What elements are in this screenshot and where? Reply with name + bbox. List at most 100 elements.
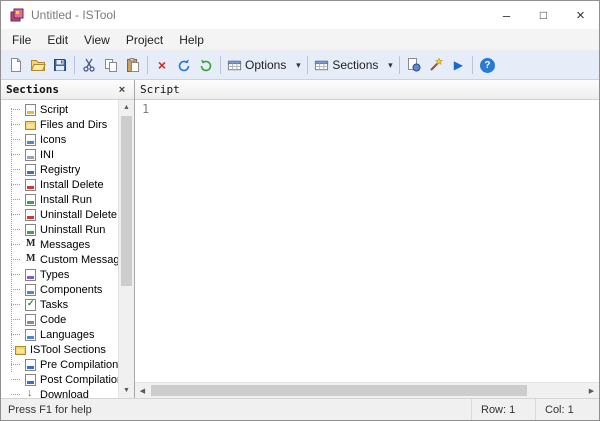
menu-item-view[interactable]: View	[76, 29, 118, 50]
install-run-icon	[25, 194, 36, 206]
delete-button[interactable]: ×	[151, 54, 173, 76]
sections-panel-title: Sections	[6, 83, 59, 96]
script-editor-panel: Script 1	[135, 80, 599, 398]
copy-button[interactable]	[100, 54, 122, 76]
scroll-up-icon[interactable]	[119, 100, 134, 115]
script-editor[interactable]: 1	[135, 100, 599, 382]
sections-tree-list: ScriptFiles and Dirs IconsINIRegistry Inst…	[1, 100, 118, 398]
test-compile-button[interactable]	[425, 54, 447, 76]
undo-icon	[176, 57, 192, 73]
compile-icon	[406, 57, 422, 73]
tree-item-uninstall-delete[interactable]: Uninstall Delete	[1, 207, 118, 222]
sidebar-vertical-scrollbar[interactable]	[118, 100, 134, 398]
run-setup-button[interactable]	[447, 54, 469, 76]
toolbar: × Options	[1, 51, 599, 80]
cut-button[interactable]	[78, 54, 100, 76]
tree-item-label: Languages	[40, 329, 94, 341]
help-button[interactable]	[476, 54, 498, 76]
tree-item-label: Script	[40, 104, 68, 116]
tree-item-pre-compilation-s[interactable]: Pre Compilation S	[1, 357, 118, 372]
tree-item-istool-sections[interactable]: ISTool Sections	[1, 342, 118, 357]
options-dropdown-caret[interactable]	[292, 54, 304, 76]
compile-button[interactable]	[403, 54, 425, 76]
tree-item-label: Code	[40, 314, 66, 326]
components-icon	[25, 284, 36, 296]
menu-item-edit[interactable]: Edit	[39, 29, 76, 50]
tree-item-types[interactable]: Types	[1, 267, 118, 282]
tree-item-components[interactable]: Components	[1, 282, 118, 297]
new-button[interactable]	[5, 54, 27, 76]
toolbar-separator	[147, 56, 148, 74]
paste-icon	[125, 57, 141, 73]
tree-item-label: Custom Message	[40, 254, 118, 266]
tree-item-install-run[interactable]: Install Run	[1, 192, 118, 207]
tree-item-script[interactable]: Script	[1, 102, 118, 117]
code-icon	[25, 314, 36, 326]
tree-item-icons[interactable]: Icons	[1, 132, 118, 147]
menu-bar: FileEditViewProjectHelp	[1, 29, 599, 51]
status-help-text: Press F1 for help	[1, 404, 471, 416]
main-area: Sections ScriptFiles and Dirs IconsINIReg…	[1, 80, 599, 398]
sections-button[interactable]: Sections	[311, 54, 384, 76]
save-icon	[52, 57, 68, 73]
editor-horizontal-scrollbar[interactable]	[135, 382, 599, 398]
scroll-down-icon[interactable]	[119, 383, 134, 398]
ini-icon	[25, 149, 36, 161]
tree-item-download[interactable]: Download	[1, 387, 118, 398]
save-button[interactable]	[49, 54, 71, 76]
scroll-left-icon[interactable]	[135, 383, 150, 398]
redo-button[interactable]	[195, 54, 217, 76]
minimize-button[interactable]	[488, 1, 525, 29]
sections-panel-body: ScriptFiles and Dirs IconsINIRegistry Inst…	[1, 100, 134, 398]
status-bar: Press F1 for help Row: 1 Col: 1	[1, 398, 599, 420]
custom-message-icon	[25, 254, 36, 266]
title-bar: Untitled - ISTool	[1, 1, 599, 29]
run-icon	[454, 59, 463, 71]
icons-icon	[25, 134, 36, 146]
tree-item-label: Uninstall Delete	[40, 209, 117, 221]
uninstall-delete-icon	[25, 209, 36, 221]
undo-button[interactable]	[173, 54, 195, 76]
menu-item-help[interactable]: Help	[171, 29, 212, 50]
tree-item-tasks[interactable]: Tasks	[1, 297, 118, 312]
download-icon	[25, 389, 36, 399]
menu-item-file[interactable]: File	[4, 29, 39, 50]
tree-item-post-compilation[interactable]: Post Compilation	[1, 372, 118, 387]
tree-item-install-delete[interactable]: Install Delete	[1, 177, 118, 192]
tree-item-languages[interactable]: Languages	[1, 327, 118, 342]
tree-item-label: Tasks	[40, 299, 68, 311]
open-icon	[30, 57, 46, 73]
tree-item-label: Download	[40, 389, 89, 399]
paste-button[interactable]	[122, 54, 144, 76]
scrollbar-thumb[interactable]	[151, 385, 527, 396]
open-button[interactable]	[27, 54, 49, 76]
sections-button-label: Sections	[332, 58, 378, 72]
tree-item-ini[interactable]: INI	[1, 147, 118, 162]
tree-item-label: Components	[40, 284, 102, 296]
line-number: 1	[142, 102, 149, 116]
panel-close-icon[interactable]	[115, 84, 129, 96]
tree-item-custom-message[interactable]: Custom Message	[1, 252, 118, 267]
tree-item-label: Install Delete	[40, 179, 104, 191]
maximize-button[interactable]	[525, 1, 562, 29]
tree-item-label: Post Compilation	[40, 374, 118, 386]
sections-grid-icon	[314, 58, 329, 73]
redo-icon	[198, 57, 214, 73]
tree-item-registry[interactable]: Registry	[1, 162, 118, 177]
toolbar-separator	[74, 56, 75, 74]
toolbar-separator	[472, 56, 473, 74]
scrollbar-thumb[interactable]	[121, 116, 132, 286]
tree-item-label: Icons	[40, 134, 66, 146]
istool-folder-icon	[15, 346, 26, 355]
tree-item-files-and-dirs[interactable]: Files and Dirs	[1, 117, 118, 132]
tree-item-messages[interactable]: Messages	[1, 237, 118, 252]
menu-item-project[interactable]: Project	[118, 29, 171, 50]
scroll-right-icon[interactable]	[584, 383, 599, 398]
close-button[interactable]	[562, 1, 599, 29]
sections-dropdown-caret[interactable]	[384, 54, 396, 76]
tree-item-code[interactable]: Code	[1, 312, 118, 327]
options-button[interactable]: Options	[224, 54, 292, 76]
wizard-icon	[428, 57, 444, 73]
tree-item-label: ISTool Sections	[30, 344, 106, 356]
tree-item-uninstall-run[interactable]: Uninstall Run	[1, 222, 118, 237]
